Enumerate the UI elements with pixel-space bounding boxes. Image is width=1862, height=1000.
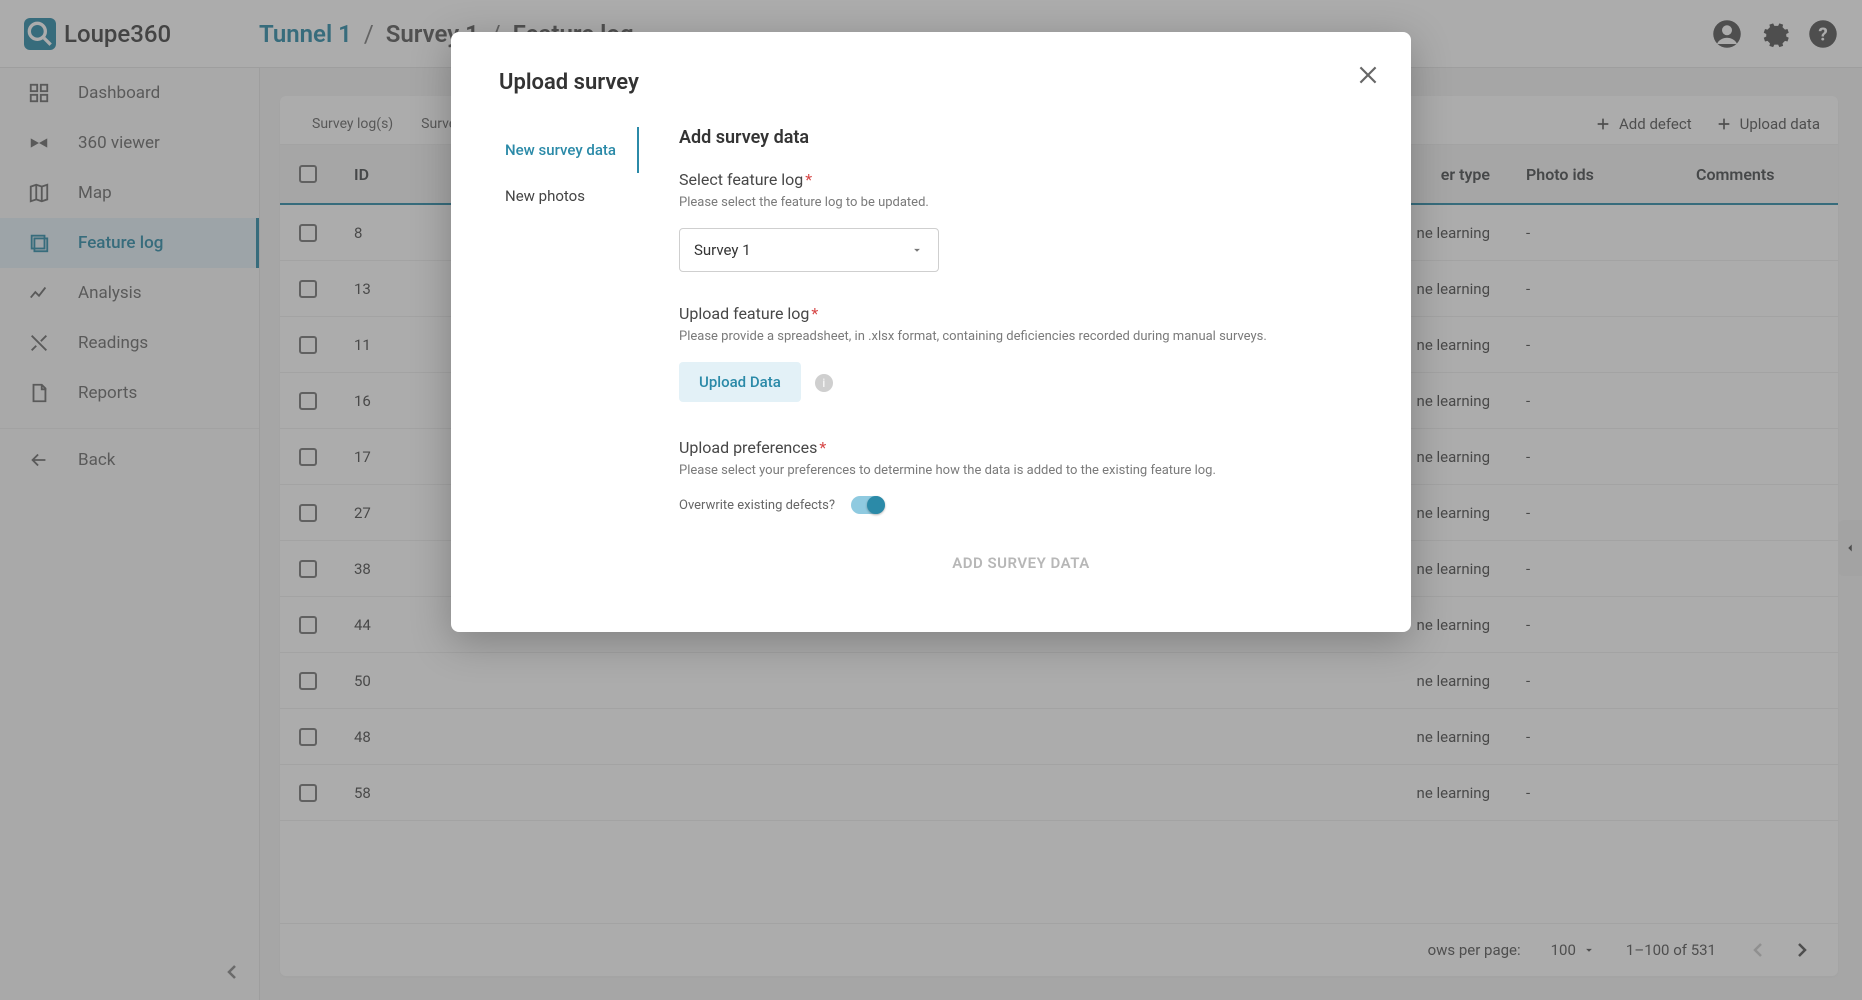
modal-close-button[interactable] xyxy=(1355,62,1381,88)
overwrite-toggle[interactable] xyxy=(851,496,885,514)
upload-info-icon[interactable]: i xyxy=(815,374,833,392)
upload-survey-modal: Upload survey New survey data New photos… xyxy=(451,32,1411,632)
modal-content: Add survey data Select feature log* Plea… xyxy=(679,127,1363,572)
modal-title: Upload survey xyxy=(499,70,1363,95)
select-feature-help: Please select the feature log to be upda… xyxy=(679,195,1363,210)
upload-data-file-button[interactable]: Upload Data xyxy=(679,362,801,402)
overwrite-toggle-label: Overwrite existing defects? xyxy=(679,498,835,513)
modal-tablist: New survey data New photos xyxy=(499,127,639,572)
toggle-knob xyxy=(867,496,885,514)
select-feature-label: Select feature log* xyxy=(679,170,1363,189)
upload-feature-help: Please provide a spreadsheet, in .xlsx f… xyxy=(679,329,1363,344)
add-survey-data-submit-button[interactable]: ADD SURVEY DATA xyxy=(679,554,1363,572)
modal-tab-new-photos[interactable]: New photos xyxy=(499,173,639,219)
modal-tab-new-survey-data[interactable]: New survey data xyxy=(499,127,639,173)
upload-prefs-label: Upload preferences* xyxy=(679,438,1363,457)
chevron-down-icon xyxy=(910,243,924,257)
upload-feature-label: Upload feature log* xyxy=(679,304,1363,323)
feature-log-select[interactable]: Survey 1 xyxy=(679,228,939,272)
modal-section-heading: Add survey data xyxy=(679,127,1363,148)
upload-prefs-help: Please select your preferences to determ… xyxy=(679,463,1363,478)
